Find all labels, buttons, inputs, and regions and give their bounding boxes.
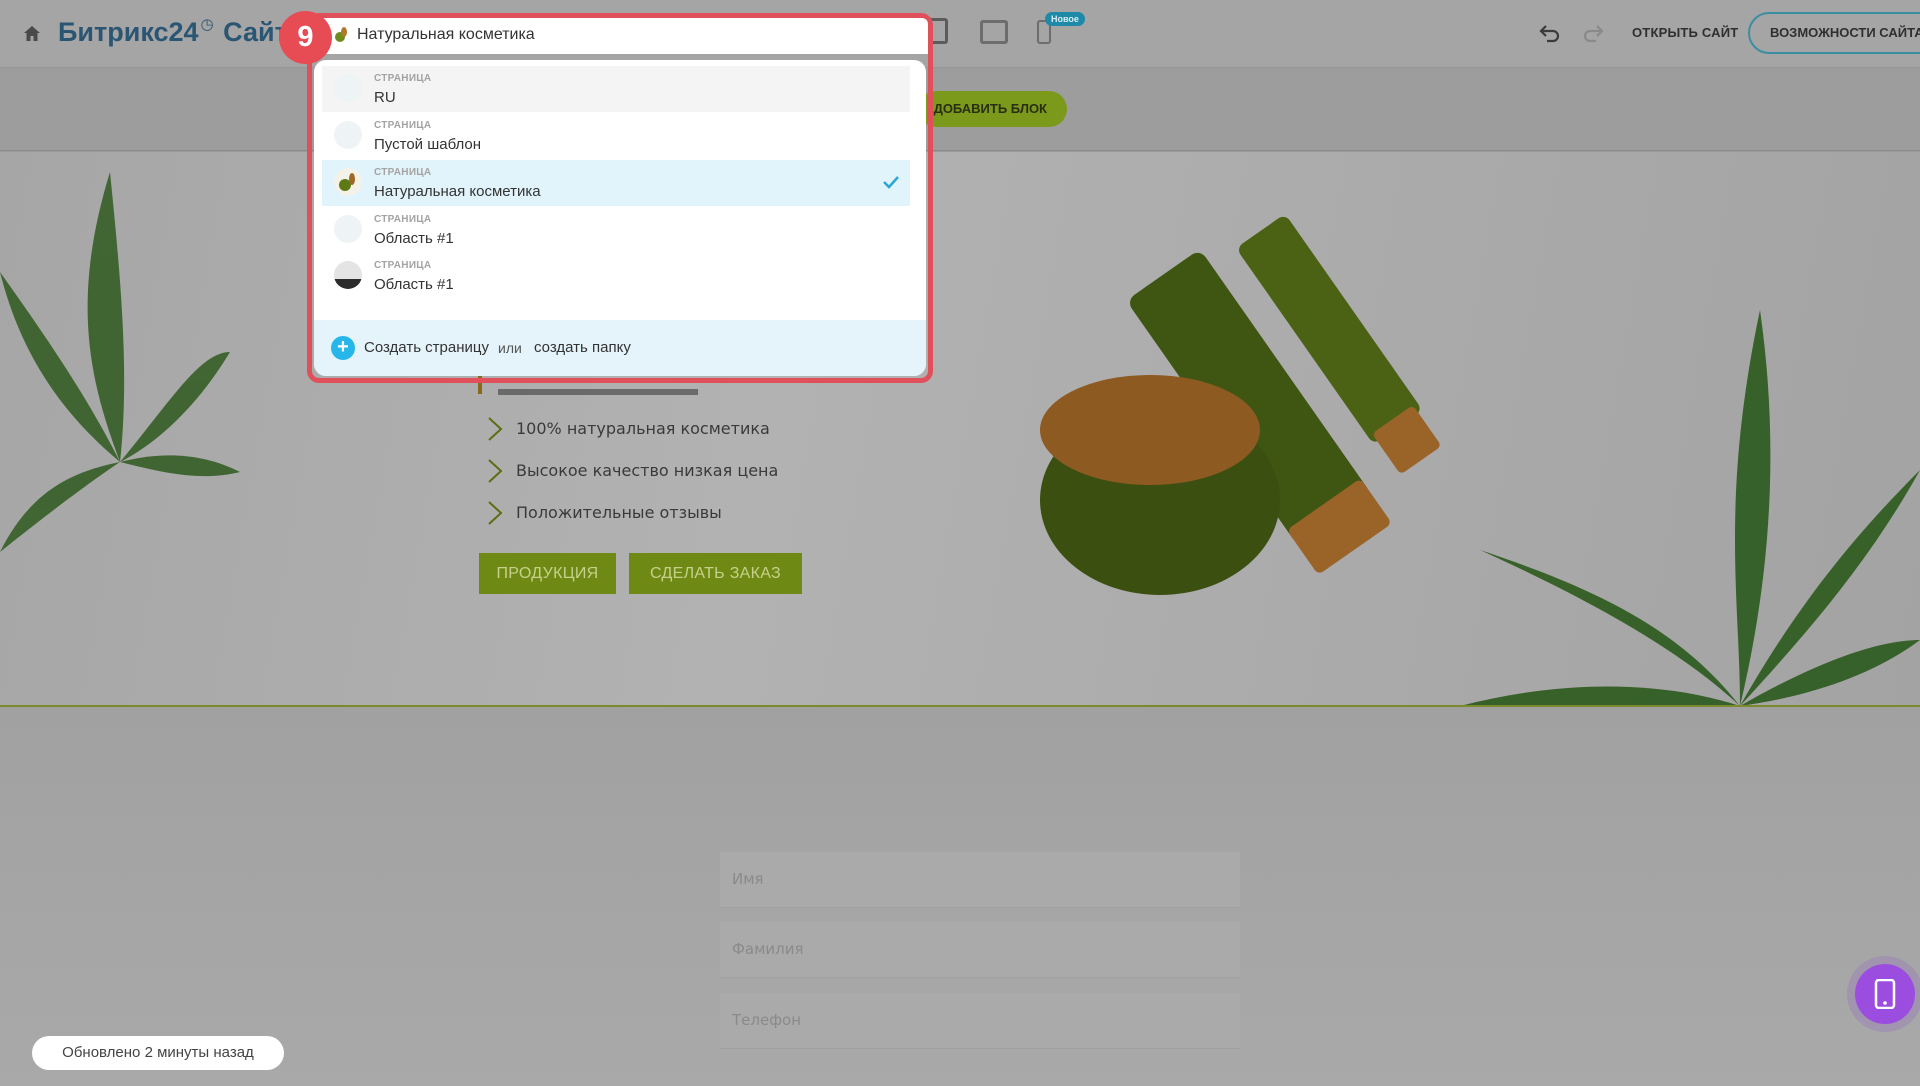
page-item-area-1-second[interactable]: СТРАНИЦА Область #1 (322, 253, 910, 299)
or-separator: или (498, 340, 522, 356)
page-thumbnail-icon (334, 215, 362, 243)
create-page-link[interactable]: Создать страницу (364, 339, 489, 356)
surname-field[interactable]: Фамилия (720, 922, 1240, 978)
list-item: Высокое качество низкая цена (486, 458, 778, 500)
list-item: Положительные отзывы (486, 500, 778, 542)
feature-text: Высокое качество низкая цена (516, 461, 779, 480)
phone-icon (1874, 979, 1896, 1009)
item-name: Натуральная косметика (374, 183, 541, 200)
item-name: Пустой шаблон (374, 136, 482, 153)
plus-icon[interactable]: + (331, 336, 355, 360)
page-thumbnail-icon (335, 27, 347, 42)
list-item: 100% натуральная косметика (486, 416, 778, 458)
site-features-button[interactable]: ВОЗМОЖНОСТИ САЙТА (1748, 12, 1920, 54)
field-placeholder: Имя (732, 870, 764, 888)
item-type: СТРАНИЦА (374, 167, 432, 178)
add-block-button[interactable]: ДОБАВИТЬ БЛОК (918, 91, 1067, 127)
page-dropdown-menu: СТРАНИЦА RU СТРАНИЦА Пустой шаблон СТРАН… (314, 60, 926, 376)
page-thumbnail-icon (334, 121, 362, 149)
mobile-preview-button[interactable] (1855, 964, 1915, 1024)
open-site-link[interactable]: ОТКРЫТЬ САЙТ (1632, 25, 1738, 40)
create-folder-link[interactable]: создать папку (534, 339, 631, 356)
page-item-empty-template[interactable]: СТРАНИЦА Пустой шаблон (322, 113, 910, 159)
item-name: RU (374, 89, 396, 106)
chevron-right-icon (488, 459, 503, 483)
field-placeholder: Фамилия (732, 940, 804, 958)
phone-field[interactable]: Телефон (720, 993, 1240, 1049)
selected-page-name: Натуральная косметика (357, 26, 535, 43)
tablet-view-icon[interactable] (980, 20, 1008, 44)
chevron-right-icon (488, 417, 503, 441)
feature-text: Положительные отзывы (516, 503, 722, 522)
field-placeholder: Телефон (732, 1011, 802, 1029)
step-number-badge: 9 (279, 11, 332, 64)
feature-text: 100% натуральная косметика (516, 419, 770, 438)
order-button[interactable]: СДЕЛАТЬ ЗАКАЗ (629, 553, 802, 594)
item-type: СТРАНИЦА (374, 260, 432, 271)
home-icon[interactable] (22, 24, 42, 44)
page-selector[interactable]: Натуральная косметика (312, 18, 928, 54)
item-type: СТРАНИЦА (374, 120, 432, 131)
brand-logo[interactable]: Битрикс24 ◷ Сайты (58, 16, 311, 48)
autosave-status: Обновлено 2 минуты назад (32, 1036, 284, 1070)
leaf-decoration-right (1460, 310, 1920, 706)
new-badge: Новое (1045, 12, 1085, 26)
brand-name: Битрикс24 (58, 17, 199, 47)
page-thumbnail-icon (334, 168, 362, 196)
chevron-right-icon (488, 501, 503, 525)
page-item-area-1[interactable]: СТРАНИЦА Область #1 (322, 207, 910, 253)
page-item-ru[interactable]: СТРАНИЦА RU (322, 66, 910, 112)
clock-icon: ◷ (200, 16, 214, 33)
item-type: СТРАНИЦА (374, 73, 432, 84)
feature-list: 100% натуральная косметика Высокое качес… (486, 416, 778, 542)
leaf-decoration-left (0, 172, 240, 552)
name-field[interactable]: Имя (720, 852, 1240, 908)
checkmark-icon (883, 176, 899, 189)
item-type: СТРАНИЦА (374, 214, 432, 225)
item-name: Область #1 (374, 230, 454, 247)
products-button[interactable]: ПРОДУКЦИЯ (479, 553, 616, 594)
dropdown-footer: + Создать страницу или создать папку (314, 320, 926, 376)
page-item-natural-cosmetics[interactable]: СТРАНИЦА Натуральная косметика (322, 160, 910, 206)
page-thumbnail-icon (334, 261, 362, 289)
undo-icon[interactable] (1537, 20, 1563, 46)
redo-icon[interactable] (1580, 20, 1606, 46)
page-thumbnail-icon (334, 74, 362, 102)
item-name: Область #1 (374, 276, 454, 293)
